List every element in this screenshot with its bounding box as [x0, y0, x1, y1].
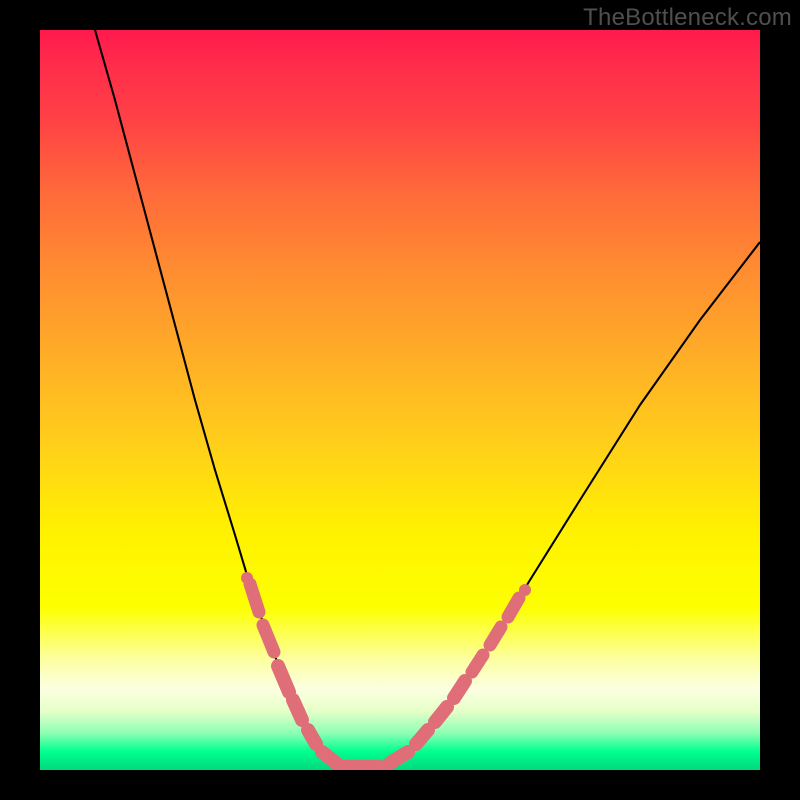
chart-frame: TheBottleneck.com — [0, 0, 800, 800]
plot-svg — [40, 30, 760, 770]
plot-area — [40, 30, 760, 770]
watermark-text: TheBottleneck.com — [583, 4, 792, 32]
curve-beads — [241, 572, 531, 767]
bottleneck-curve — [95, 30, 760, 767]
